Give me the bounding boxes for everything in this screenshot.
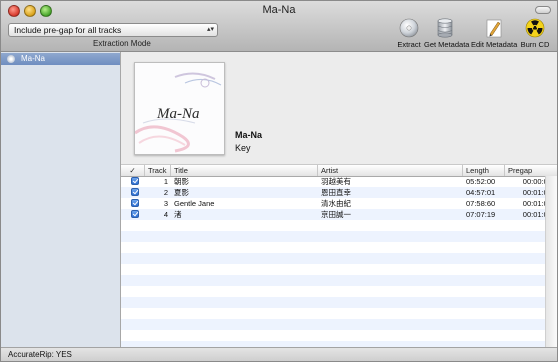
album-art: Ma-Na	[134, 62, 225, 155]
empty-row	[121, 264, 545, 275]
track-title: 朝影	[174, 177, 189, 186]
cd-disc-icon	[399, 18, 419, 38]
accuraterip-status: AccurateRip: YES	[8, 350, 72, 359]
track-table: ✓ Track Title Artist Length Pregap 1 朝影 …	[121, 164, 557, 352]
empty-row	[121, 297, 545, 308]
track-checkbox[interactable]	[131, 199, 139, 207]
album-art-title: Ma-Na	[156, 106, 200, 122]
main-panel: Ma-Na Ma-Na Key ✓ Track Title Artist Len…	[121, 52, 557, 352]
track-number: 2	[163, 188, 168, 197]
edit-metadata-button[interactable]: Edit Metadata	[471, 18, 517, 49]
radiation-icon	[525, 18, 545, 38]
table-row[interactable]: 3 Gentle Jane 清水由紀 07:58:60 00:01:00	[121, 198, 552, 209]
empty-row	[121, 286, 545, 297]
album-title: Ma-Na	[235, 130, 263, 140]
get-metadata-label: Get Metadata	[424, 40, 470, 49]
empty-row	[121, 308, 545, 319]
close-window-button[interactable]	[8, 5, 20, 17]
table-row[interactable]: 1 朝影 羽越美有 05:52:00 00:00:00	[121, 176, 552, 187]
track-length: 05:52:00	[466, 177, 496, 186]
empty-row	[121, 231, 545, 242]
extraction-mode-label: Extraction Mode	[93, 39, 151, 48]
updown-arrows-icon: ▴▾	[206, 26, 214, 33]
column-header-track[interactable]: Track	[145, 165, 171, 176]
column-header-artist[interactable]: Artist	[318, 165, 463, 176]
window-title: Ma-Na	[262, 4, 296, 16]
track-number: 4	[163, 210, 168, 219]
burn-cd-button[interactable]: Burn CD	[520, 18, 550, 49]
status-bar: AccurateRip: YES	[1, 347, 557, 361]
minimize-window-button[interactable]	[24, 5, 36, 17]
track-title: 夏影	[174, 188, 189, 197]
track-number: 1	[163, 177, 168, 186]
empty-row	[121, 242, 545, 253]
app-window: Ma-Na Include pre-gap for all tracks ▴▾ …	[0, 0, 558, 362]
empty-row	[121, 319, 545, 330]
track-title: 渚	[174, 210, 182, 219]
zoom-window-button[interactable]	[40, 5, 52, 17]
track-length: 04:57:01	[466, 188, 496, 197]
vertical-scrollbar[interactable]	[545, 176, 557, 347]
track-length: 07:07:19	[466, 210, 496, 219]
column-header-pregap[interactable]: Pregap	[505, 165, 557, 176]
sidebar-item-label: Ma-Na	[21, 54, 46, 63]
track-artist: 恩田直幸	[321, 188, 351, 197]
track-checkbox[interactable]	[131, 177, 139, 185]
extract-button[interactable]: Extract	[394, 18, 424, 49]
column-header-length[interactable]: Length	[463, 165, 505, 176]
extraction-mode-select[interactable]: Include pre-gap for all tracks ▴▾	[8, 23, 218, 37]
empty-row	[121, 275, 545, 286]
sidebar-item-disc[interactable]: Ma-Na	[1, 53, 120, 65]
track-rows: 1 朝影 羽越美有 05:52:00 00:00:00 2 夏影 恩田直幸 04…	[121, 176, 552, 352]
extract-label: Extract	[397, 40, 421, 49]
column-header-title[interactable]: Title	[171, 165, 318, 176]
burn-cd-label: Burn CD	[520, 40, 550, 49]
track-checkbox[interactable]	[131, 210, 139, 218]
database-icon	[437, 18, 453, 38]
empty-row	[121, 253, 545, 264]
cd-disc-icon	[7, 55, 15, 63]
track-artist: 羽越美有	[321, 177, 351, 186]
toolbar-toggle-button[interactable]	[535, 6, 551, 14]
toolbar: Ma-Na Include pre-gap for all tracks ▴▾ …	[1, 1, 557, 52]
table-row[interactable]: 2 夏影 恩田直幸 04:57:01 00:01:00	[121, 187, 552, 198]
get-metadata-button[interactable]: Get Metadata	[424, 18, 470, 49]
album-artist: Key	[235, 143, 251, 153]
track-artist: 京田誠一	[321, 210, 351, 219]
table-row[interactable]: 4 渚 京田誠一 07:07:19 00:01:00	[121, 209, 552, 220]
track-artist: 清水由紀	[321, 199, 351, 208]
pencil-icon	[486, 19, 502, 38]
album-art-image: Ma-Na	[135, 63, 224, 154]
sidebar: Ma-Na	[1, 52, 121, 347]
empty-row	[121, 330, 545, 341]
empty-row	[121, 220, 545, 231]
extraction-mode-value: Include pre-gap for all tracks	[14, 25, 122, 35]
edit-metadata-label: Edit Metadata	[471, 40, 518, 49]
track-number: 3	[163, 199, 168, 208]
track-checkbox[interactable]	[131, 188, 139, 196]
column-header-check[interactable]: ✓	[121, 165, 145, 176]
track-title: Gentle Jane	[174, 199, 215, 208]
track-length: 07:58:60	[466, 199, 496, 208]
